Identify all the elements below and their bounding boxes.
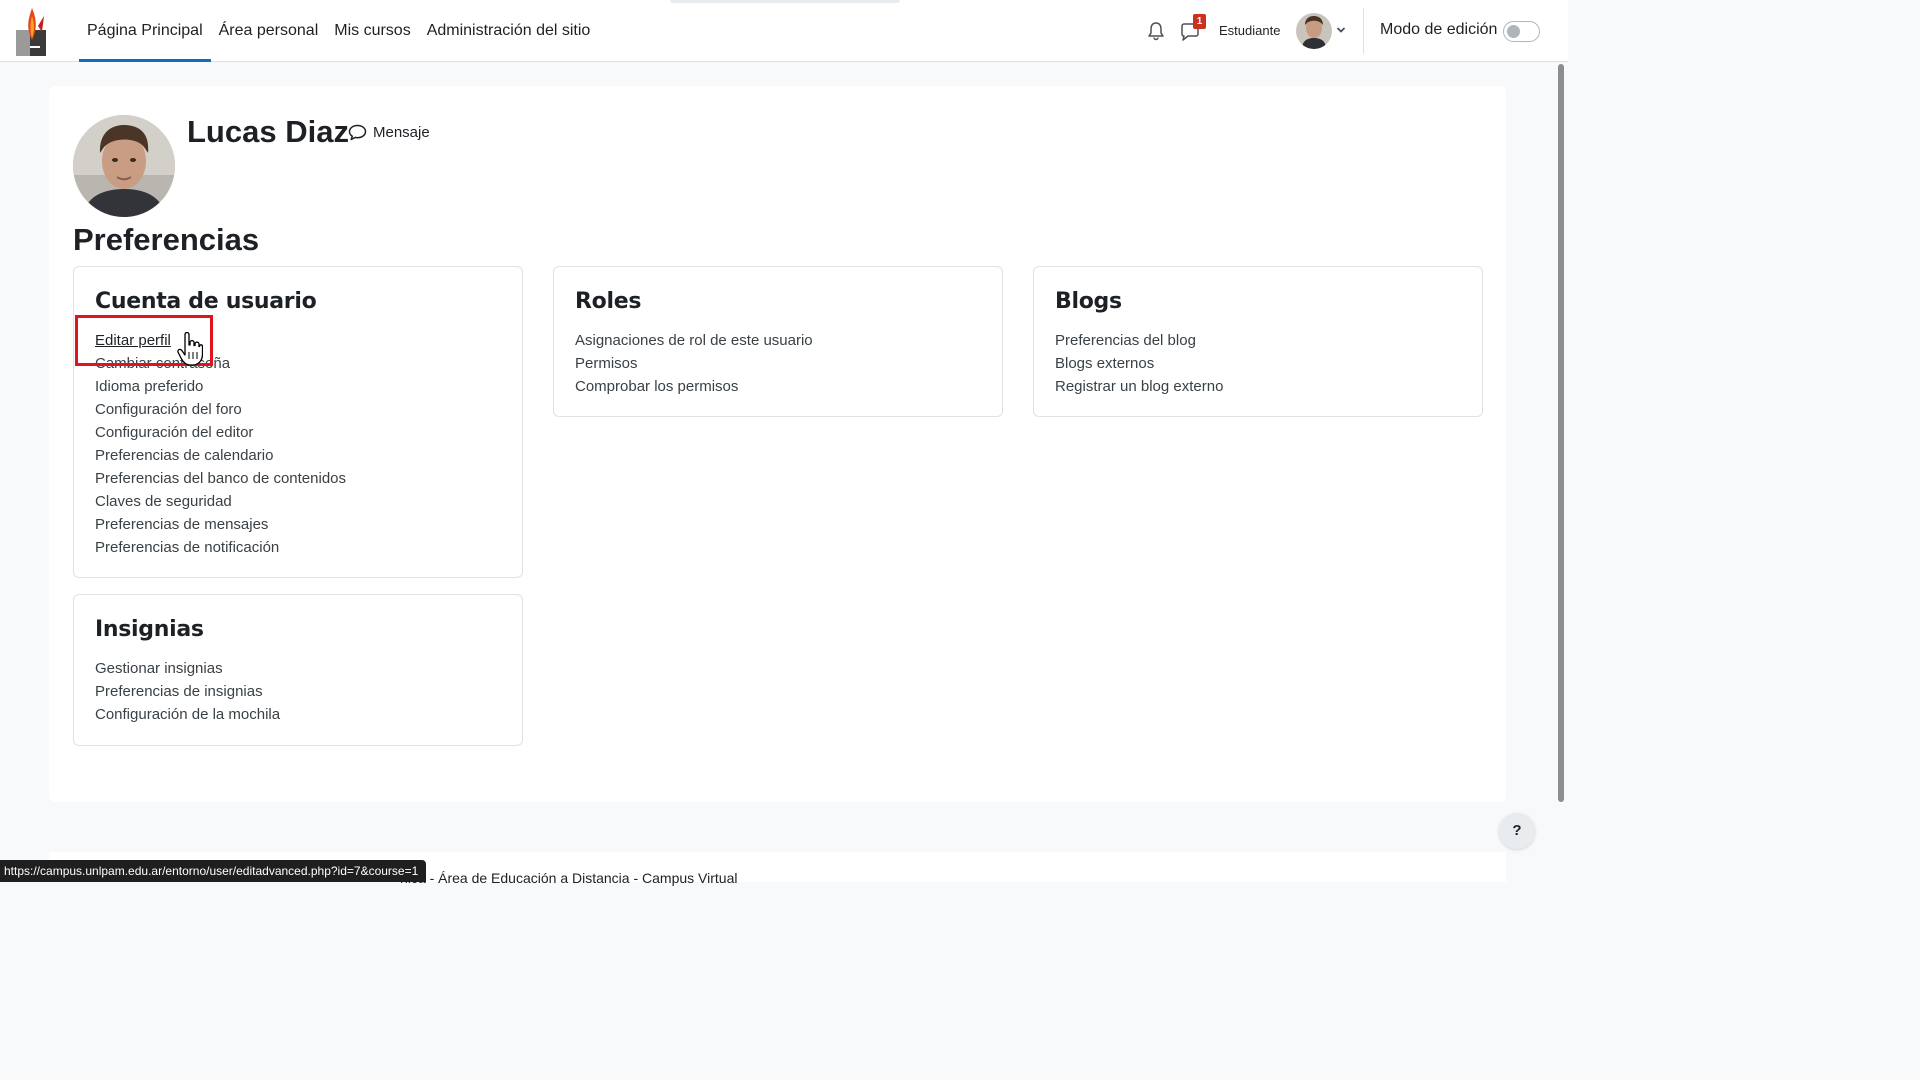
help-button[interactable]: ? (1499, 813, 1535, 849)
top-navbar: Página Principal Área personal Mis curso… (0, 0, 1568, 62)
nav-item-label: Página Principal (87, 22, 203, 39)
nav-item-label: Administración del sitio (426, 22, 591, 39)
edit-mode-label: Modo de edición (1380, 21, 1498, 38)
card-link-list: Asignaciones de rol de este usuario Perm… (575, 329, 813, 398)
card-insignias: Insignias Gestionar insignias Preferenci… (73, 594, 523, 746)
primary-navigation: Página Principal Área personal Mis curso… (79, 0, 598, 62)
link-claves-seguridad[interactable]: Claves de seguridad (95, 490, 346, 513)
send-message-label: Mensaje (373, 124, 430, 141)
footer-text: nica - Área de Educación a Distancia - C… (400, 870, 738, 886)
link-asignaciones-rol[interactable]: Asignaciones de rol de este usuario (575, 329, 813, 352)
toggle-knob (1507, 25, 1520, 38)
site-logo[interactable] (14, 6, 50, 58)
hand-pointer-icon (177, 332, 203, 366)
link-configuracion-mochila[interactable]: Configuración de la mochila (95, 703, 280, 726)
edit-mode-toggle[interactable] (1503, 21, 1540, 42)
link-permisos[interactable]: Permisos (575, 352, 813, 375)
link-preferencias-notificacion[interactable]: Preferencias de notificación (95, 536, 346, 559)
card-link-list: Preferencias del blog Blogs externos Reg… (1055, 329, 1223, 398)
link-configuracion-foro[interactable]: Configuración del foro (95, 398, 346, 421)
card-title: Roles (575, 289, 642, 314)
nav-item-area-personal[interactable]: Área personal (211, 0, 327, 62)
link-preferencias-mensajes[interactable]: Preferencias de mensajes (95, 513, 346, 536)
card-blogs: Blogs Preferencias del blog Blogs extern… (1033, 266, 1483, 417)
profile-name: Lucas Diaz (187, 114, 349, 149)
nav-item-label: Mis cursos (334, 22, 411, 39)
status-bar-url: https://campus.unlpam.edu.ar/entorno/use… (0, 860, 427, 882)
send-message-link[interactable]: Mensaje (348, 124, 430, 141)
card-roles: Roles Asignaciones de rol de este usuari… (553, 266, 1003, 417)
link-preferencias-calendario[interactable]: Preferencias de calendario (95, 444, 346, 467)
link-preferencias-banco-contenidos[interactable]: Preferencias del banco de contenidos (95, 467, 346, 490)
link-gestionar-insignias[interactable]: Gestionar insignias (95, 657, 280, 680)
nav-item-administracion-del-sitio[interactable]: Administración del sitio (419, 0, 599, 62)
card-title: Insignias (95, 617, 204, 642)
link-blogs-externos[interactable]: Blogs externos (1055, 352, 1223, 375)
link-configuracion-editor[interactable]: Configuración del editor (95, 421, 346, 444)
top-hint-bar (670, 0, 900, 3)
link-comprobar-permisos[interactable]: Comprobar los permisos (575, 375, 813, 398)
link-registrar-blog-externo[interactable]: Registrar un blog externo (1055, 375, 1223, 398)
card-link-list: Gestionar insignias Preferencias de insi… (95, 657, 280, 726)
card-cuenta-de-usuario: Cuenta de usuario Editar perfil Cambiar … (73, 266, 523, 578)
bell-icon[interactable] (1146, 21, 1166, 41)
link-idioma-preferido[interactable]: Idioma preferido (95, 375, 346, 398)
role-label: Estudiante (1219, 23, 1281, 38)
nav-divider (1363, 8, 1364, 54)
scrollbar-thumb[interactable] (1558, 64, 1564, 802)
speech-bubble-icon (348, 124, 367, 141)
nav-item-label: Área personal (218, 22, 319, 39)
card-title: Cuenta de usuario (95, 289, 317, 314)
profile-avatar (73, 115, 175, 217)
link-preferencias-insignias[interactable]: Preferencias de insignias (95, 680, 280, 703)
chevron-down-icon[interactable] (1336, 25, 1346, 35)
card-title: Blogs (1055, 289, 1122, 314)
messages-count-badge: 1 (1193, 14, 1206, 29)
user-menu-avatar[interactable] (1296, 13, 1332, 49)
nav-item-pagina-principal[interactable]: Página Principal (79, 0, 211, 62)
nav-item-mis-cursos[interactable]: Mis cursos (326, 0, 418, 62)
page-title: Preferencias (73, 222, 260, 257)
link-preferencias-blog[interactable]: Preferencias del blog (1055, 329, 1223, 352)
